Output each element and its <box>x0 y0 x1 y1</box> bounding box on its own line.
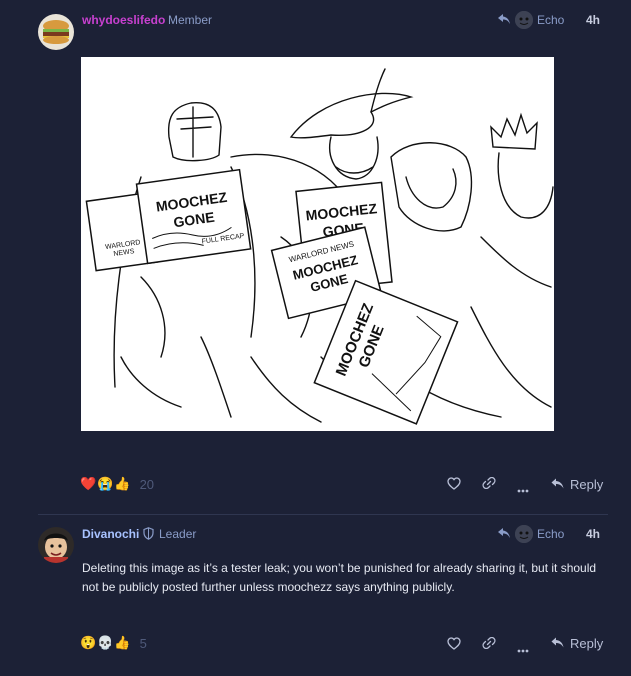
reply-avatar <box>515 11 533 29</box>
avatar[interactable] <box>38 527 74 563</box>
username[interactable]: whydoeslifedo <box>82 13 165 27</box>
post-time[interactable]: 4h <box>586 13 600 27</box>
reaction-thumbs-up[interactable]: 👍 <box>114 635 130 651</box>
ellipsis-icon <box>517 642 529 656</box>
share-link-button[interactable] <box>482 476 496 492</box>
reply-avatar <box>515 525 533 543</box>
reply-icon <box>551 478 564 492</box>
avatar[interactable] <box>38 14 74 50</box>
reply-to-link[interactable]: Echo <box>497 11 564 29</box>
reactions[interactable]: 😲 💀 👍 <box>80 635 131 651</box>
link-icon <box>482 476 496 492</box>
like-button[interactable] <box>447 637 461 653</box>
post-body: Deleting this image as it’s a tester lea… <box>82 561 597 594</box>
heart-outline-icon <box>447 477 461 493</box>
reaction-count: 5 <box>139 635 147 651</box>
reply-icon <box>551 637 564 651</box>
more-options-button[interactable] <box>517 482 529 496</box>
post-image[interactable]: MOOCHEZ GONE WARLORD NEWS FULL RECAP MOO… <box>81 57 554 431</box>
reply-to-link[interactable]: Echo <box>497 525 564 543</box>
reply-arrow-icon <box>497 527 511 542</box>
heart-outline-icon <box>447 637 461 653</box>
link-icon <box>482 636 496 652</box>
reply-arrow-icon <box>497 13 511 28</box>
reply-button[interactable]: Reply <box>551 636 603 651</box>
reply-label: Reply <box>570 636 604 651</box>
reaction-crying[interactable]: 😭 <box>97 476 113 492</box>
more-options-button[interactable] <box>517 642 529 656</box>
user-title: Leader <box>159 527 197 541</box>
reply-to-name: Echo <box>537 13 565 27</box>
reply-label: Reply <box>570 477 604 492</box>
reply-to-name: Echo <box>537 527 565 541</box>
reaction-skull[interactable]: 💀 <box>97 635 113 651</box>
like-button[interactable] <box>447 477 461 493</box>
ellipsis-icon <box>517 482 529 496</box>
share-link-button[interactable] <box>482 636 496 652</box>
reactions[interactable]: ❤️ 😭 👍 <box>80 476 131 492</box>
post-divider <box>38 514 608 515</box>
post-time[interactable]: 4h <box>586 527 600 541</box>
reply-button[interactable]: Reply <box>551 477 603 492</box>
username[interactable]: Divanochi <box>82 527 139 541</box>
user-title: Member <box>168 13 213 27</box>
shield-icon <box>143 527 154 545</box>
reaction-astonished[interactable]: 😲 <box>80 635 96 651</box>
reaction-count: 20 <box>139 476 155 492</box>
reaction-heart[interactable]: ❤️ <box>80 476 96 492</box>
reaction-thumbs-up[interactable]: 👍 <box>114 476 130 492</box>
